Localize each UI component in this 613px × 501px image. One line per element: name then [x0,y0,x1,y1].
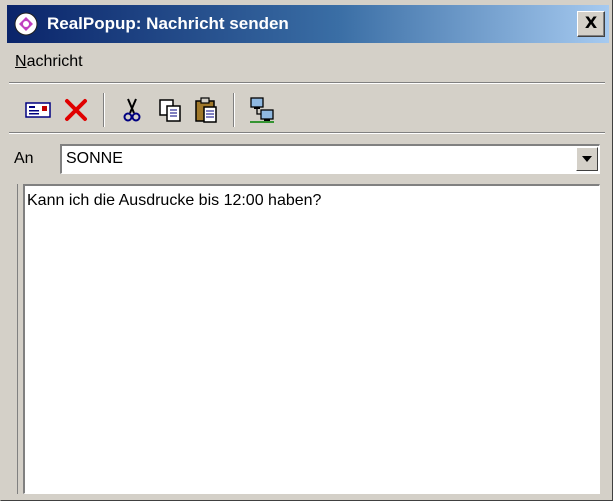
menu-accelerator: N [15,53,27,70]
address-card-icon[interactable] [21,93,55,127]
copy-icon[interactable] [153,93,187,127]
menu-item-nachricht[interactable]: Nachricht [15,53,83,71]
network-icon[interactable] [245,93,279,127]
recipient-label: An [14,150,34,167]
delete-icon[interactable] [59,93,93,127]
chevron-down-icon[interactable] [576,147,598,171]
close-button[interactable]: X [577,11,605,37]
menu-bar: Nachricht [7,49,609,79]
send-message-window: RealPopup: Nachricht senden X Nachricht [0,0,613,501]
title-bar[interactable]: RealPopup: Nachricht senden X [7,5,609,43]
message-textarea[interactable]: Kann ich die Ausdrucke bis 12:00 haben? [23,184,600,494]
window-title: RealPopup: Nachricht senden [47,14,289,33]
toolbar [11,90,601,130]
recipient-combobox[interactable]: SONNE [60,144,600,174]
message-gutter [7,184,18,494]
toolbar-separator [103,93,105,127]
recipient-value[interactable]: SONNE [66,150,123,168]
toolbar-bottom-separator [9,132,605,134]
app-logo-icon [14,12,38,36]
menu-separator [9,82,605,84]
toolbar-separator [233,93,235,127]
menu-item-label: achricht [26,53,83,70]
cut-icon[interactable] [115,93,149,127]
paste-icon[interactable] [189,93,223,127]
